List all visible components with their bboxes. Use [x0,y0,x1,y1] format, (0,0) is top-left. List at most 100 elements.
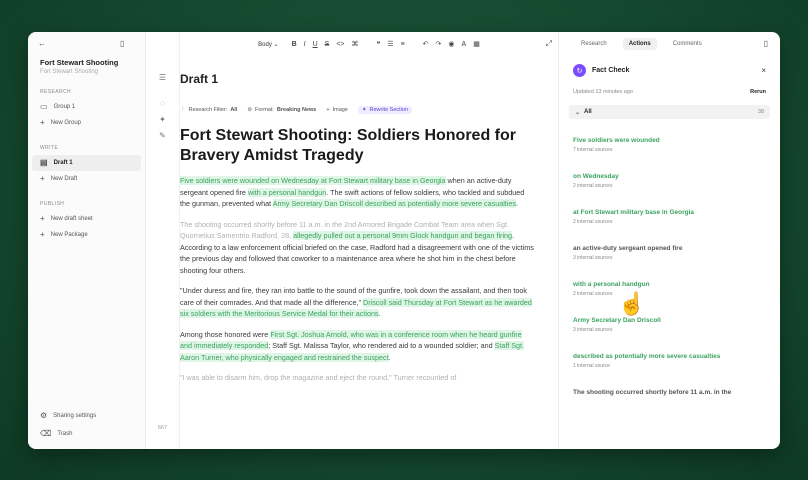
claim-text: described as potentially more severe cas… [573,353,721,360]
project-subtitle: Fort Stewart Shooting [40,69,99,75]
document-body[interactable]: Draft 1 ⋮ Research Filter: All ⊜ Format:… [180,56,558,384]
sidebar-item-draft[interactable]: ▤ Draft 1 [32,155,141,171]
plus-icon: + [40,230,45,239]
tab-research[interactable]: Research [581,41,607,47]
claim-text: an active-duty sergeant opened fire [573,245,683,252]
claim-item[interactable]: The shooting occurred shortly before 11 … [573,389,766,396]
research-filter-chip[interactable]: ⋮ Research Filter: All [180,106,237,114]
sidebar-item-label: Sharing settings [53,413,97,419]
paragraph-2: The shooting occurred shortly before 11 … [180,219,534,277]
claim-text: at Fort Stewart military base in Georgia [573,209,695,216]
expand-icon[interactable]: ⤢ [546,40,552,48]
article-headline: Fort Stewart Shooting: Soldiers Honored … [180,127,516,164]
comment-icon[interactable]: ◌ [160,100,165,108]
highlighted-claim[interactable]: with a personal handgun [247,187,327,197]
claim-item[interactable]: an active-duty sergeant opened fire 3 in… [573,245,766,261]
filter-label: All [584,109,592,115]
pen-icon[interactable]: ✎ [159,132,166,140]
sidebar-item-new-draft-sheet[interactable]: + New draft sheet [28,211,145,227]
strikethrough-button[interactable]: S [325,41,330,48]
claim-text: on Wednesday [573,173,619,180]
code-button[interactable]: <> [336,41,344,48]
text-style-value: Body [258,41,272,48]
chevron-down-icon: ⌄ [575,109,581,116]
rewrite-section-button[interactable]: ✦ Rewrite Section [357,106,413,114]
claim-item[interactable]: described as potentially more severe cas… [573,353,766,369]
quote-button[interactable]: ❝ [377,40,381,48]
body-text: Among those honored were [180,329,271,339]
format-chip[interactable]: ⊜ Format: Breaking News [247,106,316,114]
section-write: WRITE [40,145,59,151]
claim-sources: 7 internal sources [573,147,613,153]
rewrite-label: Rewrite Section [369,107,409,113]
plus-icon: + [326,107,330,113]
bullet-list-button[interactable]: ☰ [387,40,393,48]
image-label: Image [332,107,348,113]
claim-item[interactable]: at Fort Stewart military base in Georgia… [573,209,766,225]
editor-chips: ⋮ Research Filter: All ⊜ Format: Breakin… [180,106,534,114]
claim-item[interactable]: Five soldiers were wounded 7 internal so… [573,137,766,153]
claim-sources: 1 internal source [573,363,610,369]
paragraph-4: Among those honored were First Sgt. Josh… [180,329,534,364]
spellcheck-button[interactable]: A [462,41,467,48]
claim-item[interactable]: Army Secretary Dan Driscoll 3 internal s… [573,317,766,333]
claim-sources: 2 internal sources [573,291,613,297]
claim-item[interactable]: with a personal handgun 2 internal sourc… [573,281,766,297]
highlighted-claim[interactable]: Army Secretary Dan Driscoll described as… [272,199,516,208]
table-button[interactable]: ▦ [473,40,480,48]
claims-filter[interactable]: ⌄ All 38 [569,105,770,119]
paragraph-3: "Under duress and fire, they ran into ba… [180,285,534,320]
fact-check-meta: Updated 13 minutes ago Rerun [559,77,780,95]
list-icon[interactable]: ☰ [159,74,166,82]
updated-timestamp: Updated 13 minutes ago [573,89,633,95]
tab-comments[interactable]: Comments [673,41,702,47]
numbered-list-button[interactable]: ≡ [401,41,405,48]
claim-text: The shooting occurred shortly before 11 … [573,389,732,396]
rerun-button[interactable]: Rerun [750,89,766,95]
sidebar-item-new-package[interactable]: + New Package [28,227,145,243]
sidebar-item-label: Trash [57,431,73,437]
draft-title: Draft 1 [180,72,219,86]
document-icon: ▤ [40,158,48,167]
sparkle-icon[interactable]: ✦ [159,116,166,124]
sidebar-item-new-group[interactable]: + New Group [28,115,145,131]
claims-list: Five soldiers were wounded 7 internal so… [559,137,780,396]
fact-check-icon: ↻ [573,64,586,77]
claim-item[interactable]: on Wednesday 2 internal sources [573,173,766,189]
right-panel: Research Actions Comments ▯ ↻ Fact Check… [558,32,780,449]
sidebar-item-label: New Draft [50,176,78,182]
close-icon[interactable]: × [761,66,766,75]
sidebar-item-group[interactable]: ▭ Group 1 [28,99,145,115]
body-text: . [388,352,391,362]
claim-sources: 2 internal sources [573,183,613,189]
claim-text: Five soldiers were wounded [573,137,660,144]
highlighted-claim[interactable]: allegedly pulled out a personal 9mm Gloc… [293,231,513,240]
folder-icon: ▭ [40,102,48,111]
bold-button[interactable]: B [292,41,297,48]
sidebar-toggle-icon[interactable]: ▯ [120,40,124,48]
filter-icon: ⋮ [180,107,186,113]
claim-text: with a personal handgun [573,281,650,288]
text-style-select[interactable]: Body ⌄ [258,41,278,48]
back-arrow-icon[interactable]: ← [38,40,46,48]
panel-tabs: Research Actions Comments ▯ [559,32,780,56]
sidebar-item-label: Draft 1 [53,160,73,166]
undo-button[interactable]: ↶ [423,40,429,48]
section-publish: PUBLISH [40,201,65,207]
image-chip[interactable]: + Image [326,106,348,114]
link-button[interactable]: ⌘ [352,40,359,48]
redo-button[interactable]: ↷ [436,40,442,48]
sidebar-item-label: New Group [50,120,82,126]
sidebar-header: ← ▯ [28,32,145,56]
sidebar-item-sharing[interactable]: ⚙ Sharing settings [28,407,145,425]
preview-button[interactable]: ◉ [448,40,454,48]
tab-actions[interactable]: Actions [622,38,657,50]
panel-toggle-icon[interactable]: ▯ [764,40,768,48]
underline-button[interactable]: U [313,41,318,48]
italic-button[interactable]: I [304,41,306,48]
sidebar-item-new-draft[interactable]: + New Draft [28,171,145,187]
plus-icon: + [40,118,45,127]
claim-text: Army Secretary Dan Driscoll [573,317,661,324]
highlighted-claim[interactable]: Five soldiers were wounded on Wednesday … [180,176,446,185]
sidebar-item-trash[interactable]: ⌫ Trash [28,425,145,443]
